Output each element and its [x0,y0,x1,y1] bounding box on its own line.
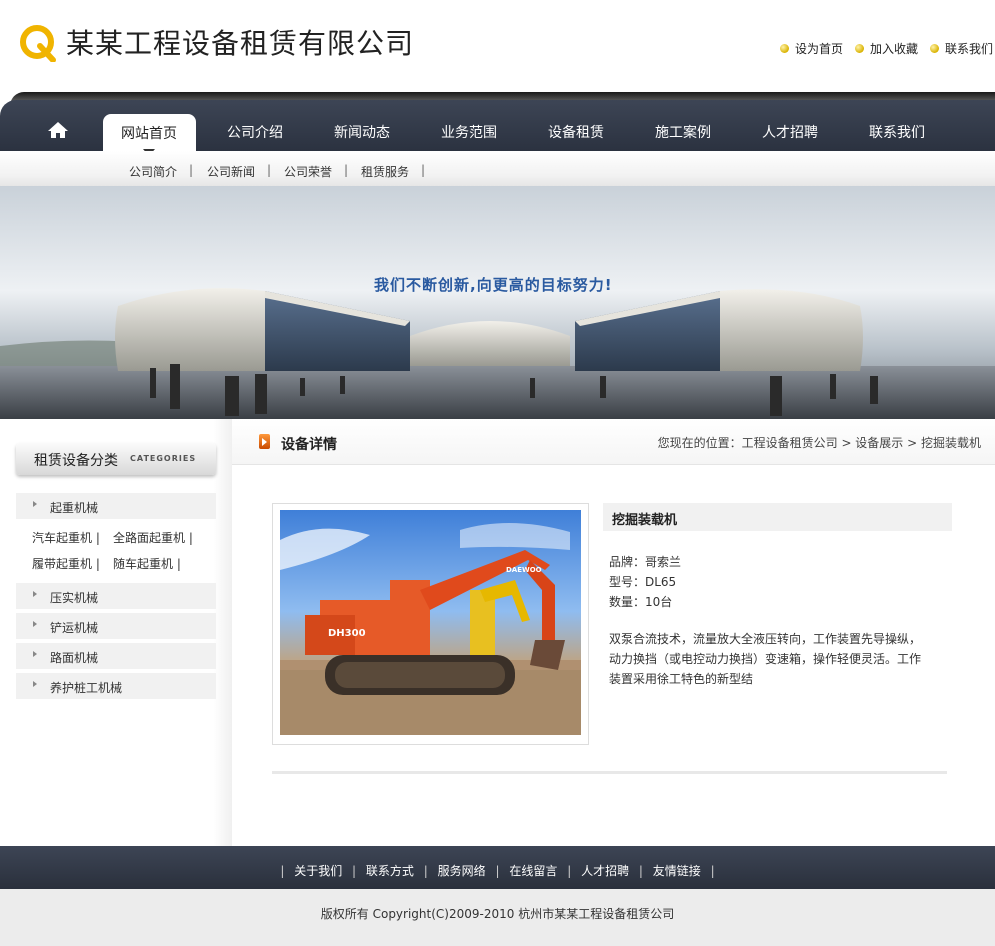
subcategory-truck-crane[interactable]: 汽车起重机 | [32,529,100,546]
nav-item-cases[interactable]: 施工案例 [655,122,711,142]
banner-slogan: 我们不断创新,向更高的目标努力! [374,276,613,294]
footer-link-friends[interactable]: 友情链接 [653,864,701,878]
stadium-illustration [0,288,995,419]
sub-nav: 公司简介 | 公司新闻 | 公司荣誉 | 租赁服务 | [0,151,995,186]
footer-separator: | [280,864,285,878]
subnav-separator: | [189,163,194,177]
category-piling[interactable]: 养护桩工机械 [16,673,216,699]
arrow-right-icon [33,591,37,597]
footer-link-about[interactable]: 关于我们 [294,864,342,878]
footer-separator: | [352,864,357,878]
subnav-separator: | [344,163,349,177]
copyright-text: 版权所有 Copyright(C)2009-2010 杭州市某某工程设备租赁公司 [320,907,675,921]
sidebar-title: 租赁设备分类 [34,453,118,469]
page-title: 设备详情 [281,437,337,453]
subcategory-truck-mounted-crane[interactable]: 随车起重机 | [113,555,181,572]
arrow-right-icon [33,651,37,657]
category-label: 铲运机械 [50,621,99,635]
footer-link-jobs[interactable]: 人才招聘 [581,864,629,878]
footer-link-network[interactable]: 服务网络 [438,864,486,878]
category-label: 压实机械 [50,591,99,605]
subnav-separator: | [267,163,272,177]
top-links: 设为首页 加入收藏 联系我们 [779,40,993,57]
content-divider [272,771,947,774]
photo-label-brand: DAEWOO [506,566,542,574]
arrow-right-icon [33,681,37,687]
add-favorite-label: 加入收藏 [869,42,918,56]
bullet-icon [929,44,939,53]
product-title-bar: 挖掘装载机 [603,503,952,531]
footer-separator: | [710,864,715,878]
sidebar: 租赁设备分类 CATEGORIES 起重机械 汽车起重机 | 全路面起重机 | … [0,419,232,846]
subcategory-crawler-crane[interactable]: 履带起重机 | [32,555,100,572]
category-compaction[interactable]: 压实机械 [16,583,216,609]
product-quantity: 数量：10台 [609,595,673,609]
product-photo-frame: DH300 DAEWOO [272,503,589,745]
bullet-icon [854,44,864,53]
nav-item-business[interactable]: 业务范围 [441,122,497,142]
nav-item-about[interactable]: 公司介绍 [227,122,283,142]
category-paving[interactable]: 路面机械 [16,643,216,669]
category-label: 起重机械 [50,501,99,515]
nav-item-jobs[interactable]: 人才招聘 [762,122,818,142]
product-name: 挖掘装载机 [612,513,678,528]
subnav-item-rental-service[interactable]: 租赁服务 [361,163,409,180]
footer-separator: | [495,864,500,878]
subcategory-all-terrain-crane[interactable]: 全路面起重机 | [113,529,193,546]
subnav-separator: | [421,163,426,177]
product-description: 双泵合流技术，流量放大全液压转向，工作装置先导操纵，动力换挡（或电控动力换挡）变… [609,632,922,686]
content-header: 设备详情 您现在的位置：工程设备租赁公司 > 设备展示 > 挖掘装载机 [232,419,995,465]
contact-us-link[interactable]: 联系我们 [929,40,993,57]
subnav-item-news[interactable]: 公司新闻 [207,163,255,180]
product-brand: 品牌：哥索兰 [609,555,682,569]
category-label: 养护桩工机械 [50,681,123,695]
breadcrumb: 您现在的位置：工程设备租赁公司 > 设备展示 > 挖掘装载机 [657,436,981,450]
home-icon[interactable] [47,120,69,140]
sidebar-header: 租赁设备分类 CATEGORIES [16,443,216,475]
add-favorite-link[interactable]: 加入收藏 [854,40,918,57]
hero-banner: 我们不断创新,向更高的目标努力! [0,186,995,419]
sidebar-subtitle: CATEGORIES [130,454,197,463]
header: 某某工程设备租赁有限公司 设为首页 加入收藏 联系我们 [0,0,995,92]
footer-links: | 关于我们 | 联系方式 | 服务网络 | 在线留言 | 人才招聘 | 友情链… [0,862,995,879]
nav-item-rental[interactable]: 设备租赁 [548,122,604,142]
footer-separator: | [567,864,572,878]
set-homepage-link[interactable]: 设为首页 [779,40,843,57]
footer-separator: | [423,864,428,878]
category-lifting[interactable]: 起重机械 [16,493,216,519]
nav-item-contact[interactable]: 联系我们 [869,122,925,142]
arrow-right-icon [262,438,267,446]
product-photo: DH300 DAEWOO [280,510,581,735]
nav-item-news[interactable]: 新闻动态 [334,122,390,142]
footer-link-contact[interactable]: 联系方式 [366,864,414,878]
bullet-icon [779,44,789,53]
footer-link-message[interactable]: 在线留言 [509,864,557,878]
photo-label-model: DH300 [328,628,366,639]
product-model: 型号：DL65 [609,575,677,589]
set-homepage-label: 设为首页 [794,42,843,56]
nav-item-home[interactable]: 网站首页 [121,123,177,143]
company-logo-icon [20,25,56,62]
copyright-area: 版权所有 Copyright(C)2009-2010 杭州市某某工程设备租赁公司 [0,889,995,946]
excavator-image: DH300 DAEWOO [280,522,581,735]
arrow-right-icon [33,621,37,627]
footer-separator: | [638,864,643,878]
category-earthmoving[interactable]: 铲运机械 [16,613,216,639]
footer-nav: | 关于我们 | 联系方式 | 服务网络 | 在线留言 | 人才招聘 | 友情链… [0,846,995,889]
site-title: 某某工程设备租赁有限公司 [66,27,415,60]
arrow-right-icon [33,501,37,507]
subnav-item-honors[interactable]: 公司荣誉 [284,163,332,180]
subnav-item-profile[interactable]: 公司简介 [129,163,177,180]
category-label: 路面机械 [50,651,99,665]
contact-us-label: 联系我们 [944,42,993,56]
